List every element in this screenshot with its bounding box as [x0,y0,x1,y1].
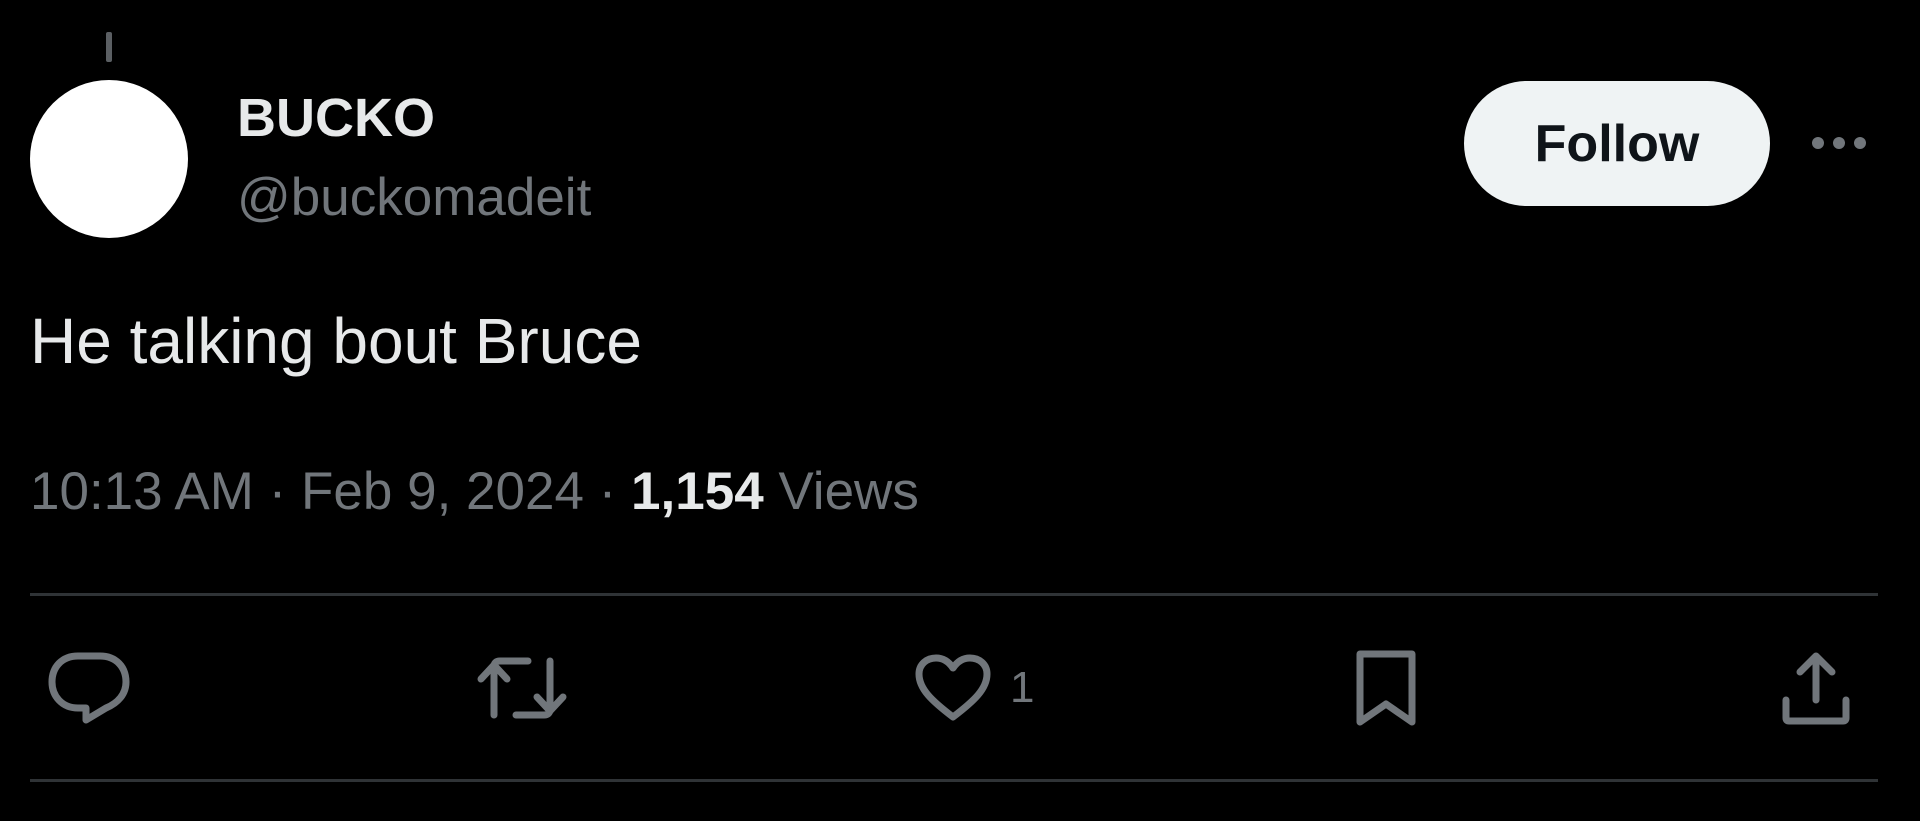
avatar[interactable] [30,80,188,238]
reply-button[interactable] [48,648,130,728]
reply-icon [48,652,130,724]
share-button[interactable] [1780,648,1852,728]
retweet-icon [477,657,567,719]
views-label[interactable]: Views [764,462,918,521]
meta-separator: · [583,462,632,521]
meta-separator: · [253,462,302,521]
like-button[interactable]: 1 [914,648,1034,728]
thread-connector-line [106,32,112,62]
heart-icon [915,654,991,721]
views-count[interactable]: 1,154 [631,462,764,521]
bookmark-button[interactable] [1354,648,1418,728]
more-horizontal-icon[interactable] [1808,128,1870,158]
divider [30,779,1878,782]
follow-button[interactable]: Follow [1464,81,1770,206]
tweet-date[interactable]: Feb 9, 2024 [301,462,584,521]
retweet-button[interactable] [476,648,568,728]
tweet-metadata: 10:13 AM · Feb 9, 2024 · 1,154 Views [30,460,919,524]
tweet-text: He talking bout Bruce [30,305,642,377]
tweet-time[interactable]: 10:13 AM [30,462,254,521]
like-count: 1 [1010,663,1035,712]
divider [30,593,1878,596]
author-handle[interactable]: @buckomadeit [237,166,591,230]
bookmark-icon [1356,650,1416,726]
share-icon [1782,652,1850,725]
author-display-name[interactable]: BUCKO [237,86,435,150]
